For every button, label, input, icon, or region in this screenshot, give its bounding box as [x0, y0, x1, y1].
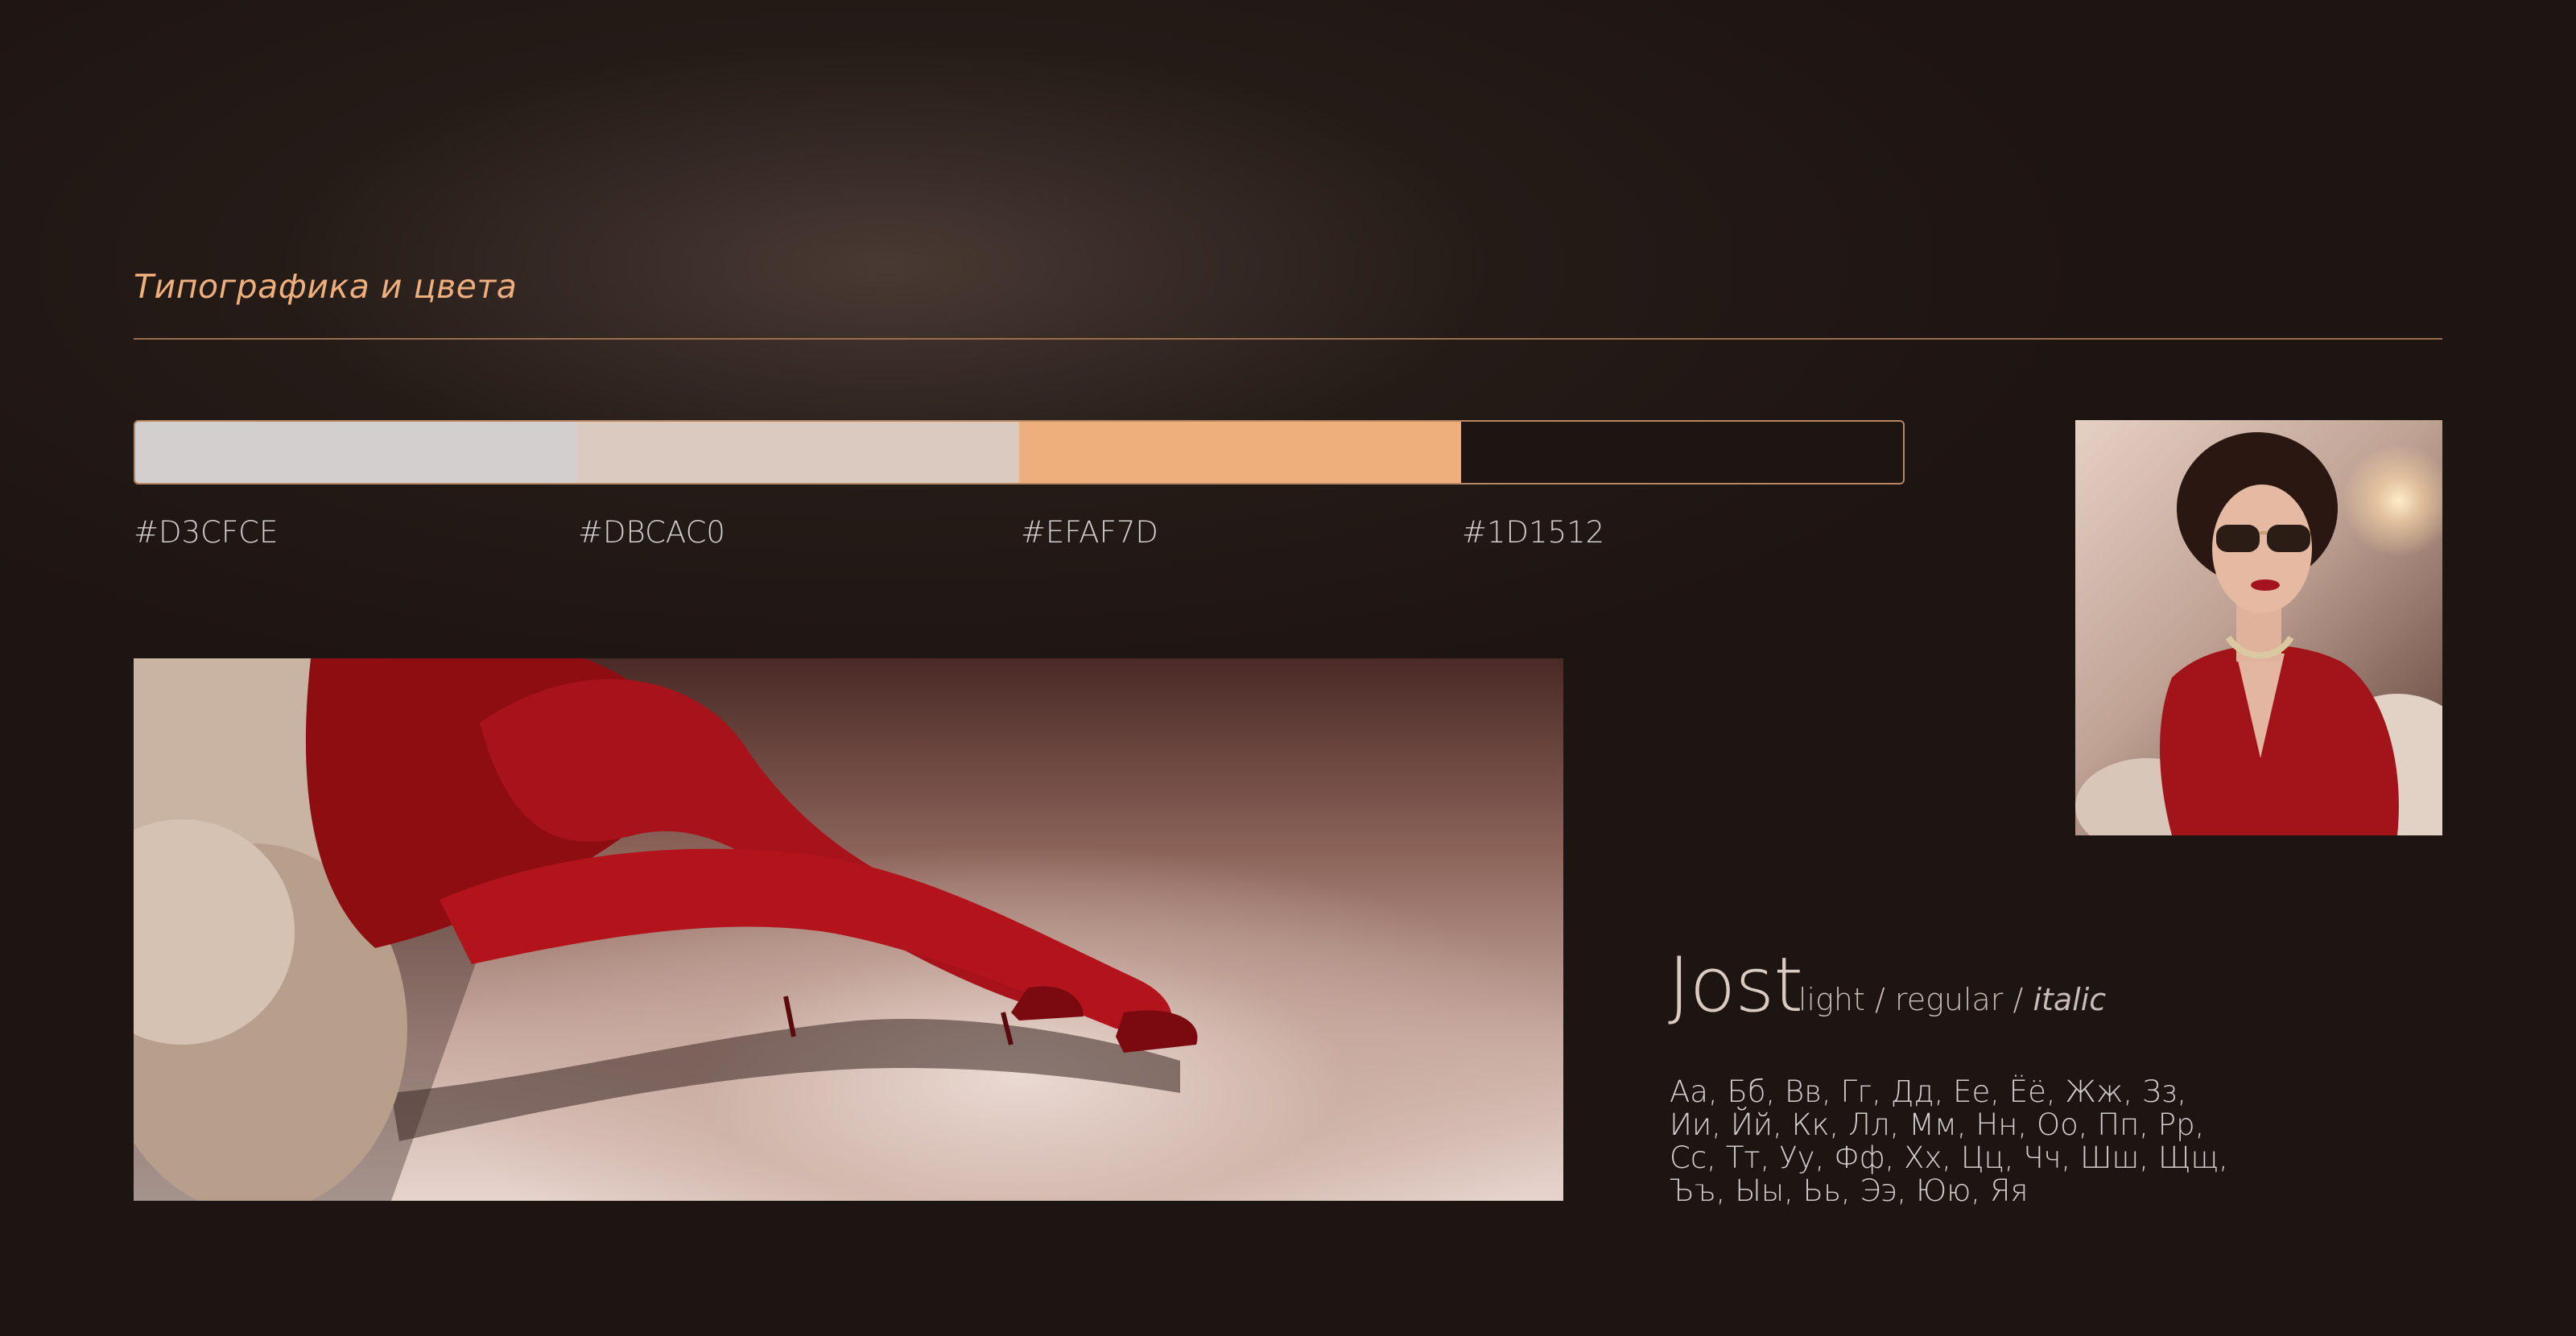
- alphabet-line: Сс, Тт, Уу, Фф, Хх, Цц, Чч, Шш, Щщ,: [1670, 1140, 2228, 1175]
- color-swatch-3: [1019, 422, 1461, 483]
- color-swatch-4-label: #1D1512: [1462, 515, 1605, 550]
- portrait-photo: [2075, 420, 2442, 835]
- color-swatch-1-label: #D3CFCE: [134, 515, 279, 550]
- color-swatch-3-label: #EFAF7D: [1021, 515, 1158, 550]
- font-style-regular: regular: [1894, 982, 2004, 1017]
- color-palette-bar: [134, 420, 1905, 485]
- font-style-light: light: [1798, 982, 1865, 1017]
- alphabet-sample: Аа, Бб, Вв, Гг, Дд, Ее, Ёё, Жж, Зз, Ии, …: [1670, 1075, 2281, 1207]
- font-style-separator: /: [1875, 982, 1885, 1017]
- section-title: Типографика и цвета: [134, 267, 518, 306]
- alphabet-line: Аа, Бб, Вв, Гг, Дд, Ее, Ёё, Жж, Зз,: [1670, 1074, 2187, 1109]
- font-name: Jost: [1668, 942, 1803, 1029]
- legs-photo: [134, 658, 1563, 1201]
- color-swatch-2: [577, 422, 1019, 483]
- alphabet-line: Ии, Йй, Кк, Лл, Мм, Нн, Оо, Пп, Рр,: [1670, 1107, 2205, 1142]
- color-swatch-1: [135, 422, 577, 483]
- portrait-photo-illustration: [2075, 432, 2442, 835]
- color-swatch-4: [1461, 422, 1903, 483]
- font-styles: light / regular / italic: [1798, 982, 2106, 1017]
- color-swatch-2-label: #DBCAC0: [578, 515, 725, 550]
- alphabet-line: Ъъ, Ыы, Ьь, Ээ, Юю, Яя: [1670, 1173, 2029, 1208]
- section-divider: [134, 338, 2442, 340]
- legs-photo-illustration: [134, 658, 1198, 1201]
- font-style-separator: /: [2013, 982, 2024, 1017]
- font-style-italic: italic: [2033, 982, 2107, 1017]
